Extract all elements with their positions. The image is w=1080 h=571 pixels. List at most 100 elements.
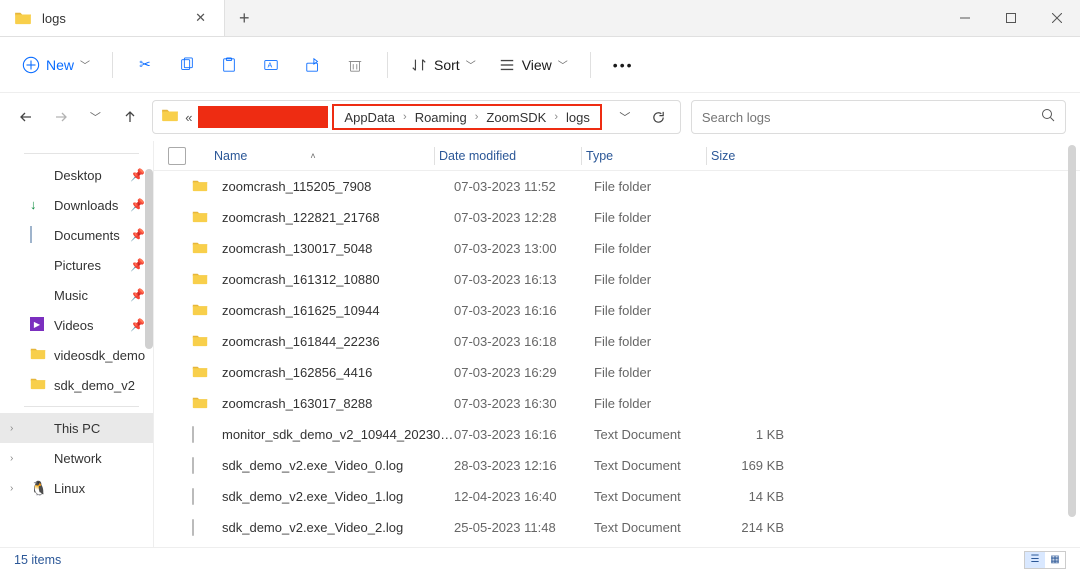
network-icon bbox=[30, 450, 46, 466]
delete-button[interactable] bbox=[337, 47, 373, 83]
sidebar-item-documents[interactable]: Documents 📌 bbox=[0, 220, 153, 250]
new-tab-button[interactable]: + bbox=[225, 0, 264, 36]
downloads-icon: ↓ bbox=[30, 197, 46, 213]
sidebar-item-label: Linux bbox=[54, 481, 85, 496]
sidebar-item-label: Pictures bbox=[54, 258, 101, 273]
sidebar-item-sdk-demo-v2[interactable]: sdk_demo_v2 bbox=[0, 370, 153, 400]
sidebar-item-label: Desktop bbox=[54, 168, 102, 183]
sidebar-item-this-pc[interactable]: › This PC bbox=[0, 413, 153, 443]
address-bar[interactable]: « AppData › Roaming › ZoomSDK › logs ﹀ bbox=[152, 100, 681, 134]
icons-view-button[interactable]: ▦ bbox=[1045, 552, 1065, 568]
pin-icon[interactable]: 📌 bbox=[130, 198, 145, 212]
rename-icon: A bbox=[262, 56, 280, 74]
table-row[interactable]: zoomcrash_161625_10944 07-03-2023 16:16 … bbox=[154, 295, 1080, 326]
chevron-right-icon[interactable]: › bbox=[10, 453, 13, 464]
back-button[interactable] bbox=[14, 104, 39, 130]
select-all-checkbox[interactable] bbox=[168, 147, 186, 165]
share-button[interactable] bbox=[295, 47, 331, 83]
sidebar-item-linux[interactable]: › 🐧 Linux bbox=[0, 473, 153, 503]
chevron-right-icon[interactable]: › bbox=[10, 483, 13, 494]
sidebar-item-music[interactable]: Music 📌 bbox=[0, 280, 153, 310]
table-row[interactable]: zoomcrash_162856_4416 07-03-2023 16:29 F… bbox=[154, 357, 1080, 388]
file-date: 07-03-2023 16:18 bbox=[454, 334, 594, 349]
sidebar-item-desktop[interactable]: Desktop 📌 bbox=[0, 160, 153, 190]
pin-icon[interactable]: 📌 bbox=[130, 228, 145, 242]
refresh-button[interactable] bbox=[644, 110, 674, 125]
details-view-button[interactable]: ☰ bbox=[1025, 552, 1045, 568]
table-row[interactable]: zoomcrash_161844_22236 07-03-2023 16:18 … bbox=[154, 326, 1080, 357]
sidebar-item-downloads[interactable]: ↓ Downloads 📌 bbox=[0, 190, 153, 220]
copy-icon bbox=[178, 56, 196, 74]
more-button[interactable]: ••• bbox=[605, 47, 642, 83]
file-date: 28-03-2023 12:16 bbox=[454, 458, 594, 473]
tab-logs[interactable]: logs ✕ bbox=[0, 0, 225, 36]
file-size: 1 KB bbox=[714, 427, 784, 442]
pin-icon[interactable]: 📌 bbox=[130, 258, 145, 272]
column-date[interactable]: Date modified bbox=[439, 149, 577, 163]
sidebar-item-videosdk-demo[interactable]: videosdk_demo bbox=[0, 340, 153, 370]
view-toggle[interactable]: ☰ ▦ bbox=[1024, 551, 1066, 569]
file-type: File folder bbox=[594, 272, 714, 287]
search-input[interactable] bbox=[702, 110, 1041, 125]
sidebar-item-pictures[interactable]: Pictures 📌 bbox=[0, 250, 153, 280]
navigation-row: ﹀ « AppData › Roaming › ZoomSDK › logs ﹀ bbox=[0, 93, 1080, 141]
file-name: zoomcrash_122821_21768 bbox=[222, 210, 454, 225]
table-row[interactable]: zoomcrash_122821_21768 07-03-2023 12:28 … bbox=[154, 202, 1080, 233]
chevron-right-icon[interactable]: › bbox=[10, 423, 13, 434]
pin-icon[interactable]: 📌 bbox=[130, 168, 145, 182]
file-type: File folder bbox=[594, 241, 714, 256]
recent-button[interactable]: ﹀ bbox=[83, 104, 108, 130]
breadcrumb-overflow[interactable]: « bbox=[183, 110, 194, 125]
copy-button[interactable] bbox=[169, 47, 205, 83]
up-button[interactable] bbox=[118, 104, 143, 130]
table-row[interactable]: sdk_demo_v2.exe_Video_0.log 28-03-2023 1… bbox=[154, 450, 1080, 481]
sidebar-item-videos[interactable]: ▶ Videos 📌 bbox=[0, 310, 153, 340]
new-button[interactable]: New ﹀ bbox=[14, 47, 98, 83]
cut-button[interactable]: ✂ bbox=[127, 47, 163, 83]
breadcrumb-logs[interactable]: logs bbox=[562, 110, 594, 125]
maximize-button[interactable] bbox=[988, 0, 1034, 36]
table-row[interactable]: zoomcrash_163017_8288 07-03-2023 16:30 F… bbox=[154, 388, 1080, 419]
folder-icon bbox=[192, 365, 212, 381]
file-name: zoomcrash_130017_5048 bbox=[222, 241, 454, 256]
breadcrumb-appdata[interactable]: AppData bbox=[340, 110, 399, 125]
search-icon[interactable] bbox=[1041, 108, 1055, 127]
paste-button[interactable] bbox=[211, 47, 247, 83]
table-row[interactable]: zoomcrash_130017_5048 07-03-2023 13:00 F… bbox=[154, 233, 1080, 264]
sort-button[interactable]: Sort ﹀ bbox=[402, 47, 484, 83]
close-window-button[interactable] bbox=[1034, 0, 1080, 36]
table-row[interactable]: zoomcrash_161312_10880 07-03-2023 16:13 … bbox=[154, 264, 1080, 295]
sidebar-item-label: Videos bbox=[54, 318, 94, 333]
address-dropdown-button[interactable]: ﹀ bbox=[610, 109, 640, 125]
breadcrumb-roaming[interactable]: Roaming bbox=[411, 110, 471, 125]
view-button[interactable]: View ﹀ bbox=[490, 47, 576, 83]
sidebar-item-network[interactable]: › Network bbox=[0, 443, 153, 473]
forward-button[interactable] bbox=[49, 104, 74, 130]
filepane-scrollbar[interactable] bbox=[1068, 145, 1076, 517]
close-icon[interactable]: ✕ bbox=[189, 8, 212, 28]
file-name: monitor_sdk_demo_v2_10944_202303... bbox=[222, 427, 454, 442]
column-size[interactable]: Size bbox=[711, 149, 791, 163]
file-date: 25-05-2023 11:48 bbox=[454, 520, 594, 535]
file-type: File folder bbox=[594, 179, 714, 194]
pin-icon[interactable]: 📌 bbox=[130, 318, 145, 332]
column-name[interactable]: Name˄ bbox=[190, 149, 430, 163]
table-row[interactable]: sdk_demo_v2.exe_Video_2.log 25-05-2023 1… bbox=[154, 512, 1080, 543]
file-name: sdk_demo_v2.exe_Video_2.log bbox=[222, 520, 454, 535]
sidebar-scrollbar[interactable] bbox=[145, 169, 153, 349]
pin-icon[interactable]: 📌 bbox=[130, 288, 145, 302]
rename-button[interactable]: A bbox=[253, 47, 289, 83]
search-box[interactable] bbox=[691, 100, 1066, 134]
tab-title: logs bbox=[42, 11, 179, 26]
toolbar: New ﹀ ✂ A Sort ﹀ View ﹀ ••• bbox=[0, 37, 1080, 93]
column-type[interactable]: Type bbox=[586, 149, 702, 163]
breadcrumb-zoomsdk[interactable]: ZoomSDK bbox=[482, 110, 550, 125]
table-row[interactable]: sdk_demo_v2.exe_Video_1.log 12-04-2023 1… bbox=[154, 481, 1080, 512]
chevron-down-icon: ﹀ bbox=[466, 57, 476, 72]
table-row[interactable]: monitor_sdk_demo_v2_10944_202303... 07-0… bbox=[154, 419, 1080, 450]
minimize-button[interactable] bbox=[942, 0, 988, 36]
file-type: Text Document bbox=[594, 458, 714, 473]
file-type: Text Document bbox=[594, 427, 714, 442]
table-row[interactable]: zoomcrash_115205_7908 07-03-2023 11:52 F… bbox=[154, 171, 1080, 202]
document-icon bbox=[192, 489, 212, 504]
